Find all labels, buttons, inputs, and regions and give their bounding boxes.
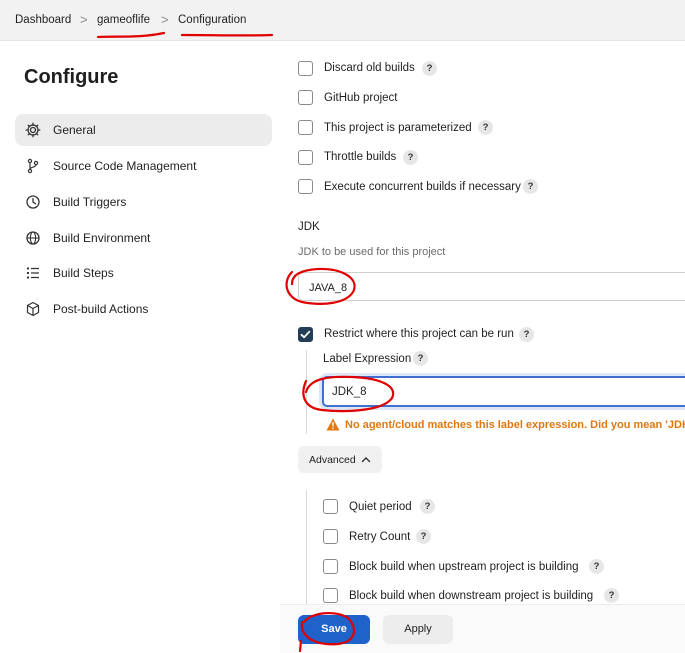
- sidebar-item-source-code-management[interactable]: Source Code Management: [15, 150, 272, 182]
- breadcrumb: Dashboard > gameoflife > Configuration: [0, 0, 685, 41]
- gear-icon: [25, 122, 41, 138]
- label-warning-text: No agent/cloud matches this label expres…: [345, 419, 685, 431]
- help-icon[interactable]: ?: [523, 179, 538, 194]
- github-project-label: GitHub project: [324, 92, 398, 104]
- throttle-builds-label: Throttle builds: [324, 151, 397, 163]
- sidebar-item-general[interactable]: General: [15, 114, 272, 146]
- advanced-button[interactable]: Advanced: [298, 446, 382, 473]
- label-expression-value: JDK_8: [332, 386, 367, 398]
- restrict-label: Restrict where this project can be run: [324, 328, 514, 340]
- warning-icon: [326, 418, 340, 431]
- help-icon[interactable]: ?: [478, 120, 493, 135]
- throttle-builds-checkbox[interactable]: [298, 150, 313, 165]
- chevron-up-icon: [361, 457, 371, 463]
- breadcrumb-configuration[interactable]: Configuration: [178, 14, 246, 26]
- nested-section-divider: [306, 350, 307, 434]
- sidebar-item-build-triggers[interactable]: Build Triggers: [15, 186, 272, 218]
- github-project-checkbox[interactable]: [298, 90, 313, 105]
- restrict-checkbox[interactable]: [298, 327, 313, 342]
- sidebar-item-build-environment[interactable]: Build Environment: [15, 222, 272, 254]
- label-expression-input[interactable]: JDK_8: [322, 376, 685, 407]
- breadcrumb-gameoflife[interactable]: gameoflife: [97, 14, 150, 26]
- breadcrumb-separator: >: [161, 12, 169, 27]
- list-icon: [27, 267, 39, 279]
- clock-icon: [26, 195, 40, 209]
- jdk-select[interactable]: JAVA_8: [298, 272, 685, 301]
- help-icon[interactable]: ?: [413, 351, 428, 366]
- sidebar-item-label: Post-build Actions: [53, 302, 149, 316]
- label-expression-title: Label Expression: [323, 353, 412, 365]
- cube-icon: [26, 301, 40, 317]
- block-upstream-checkbox[interactable]: [323, 559, 338, 574]
- parameterized-checkbox[interactable]: [298, 120, 313, 135]
- save-button[interactable]: Save: [298, 615, 370, 644]
- globe-icon: [26, 231, 40, 245]
- discard-old-builds-checkbox[interactable]: [298, 61, 313, 76]
- jdk-selected-value: JAVA_8: [309, 282, 348, 294]
- jdk-description: JDK to be used for this project: [298, 246, 446, 258]
- retry-count-label: Retry Count: [349, 531, 411, 543]
- breadcrumb-separator: >: [80, 12, 88, 27]
- block-upstream-label: Block build when upstream project is bui…: [349, 561, 579, 573]
- sidebar-item-label: Build Steps: [53, 266, 114, 280]
- retry-count-checkbox[interactable]: [323, 529, 338, 544]
- apply-button[interactable]: Apply: [383, 615, 453, 644]
- help-icon[interactable]: ?: [420, 499, 435, 514]
- help-icon[interactable]: ?: [422, 61, 437, 76]
- block-downstream-checkbox[interactable]: [323, 588, 338, 603]
- sidebar-item-post-build-actions[interactable]: Post-build Actions: [15, 293, 272, 325]
- help-icon[interactable]: ?: [589, 559, 604, 574]
- sidebar-item-label: Build Triggers: [53, 195, 127, 209]
- discard-old-builds-label: Discard old builds: [324, 62, 415, 74]
- advanced-button-label: Advanced: [309, 454, 356, 466]
- help-icon[interactable]: ?: [403, 150, 418, 165]
- jdk-title: JDK: [298, 221, 320, 233]
- advanced-section-divider: [306, 490, 307, 605]
- help-icon[interactable]: ?: [416, 529, 431, 544]
- sidebar-item-build-steps[interactable]: Build Steps: [15, 257, 272, 289]
- help-icon[interactable]: ?: [604, 588, 619, 603]
- block-downstream-label: Block build when downstream project is b…: [349, 590, 594, 602]
- concurrent-builds-label: Execute concurrent builds if necessary: [324, 181, 521, 193]
- page-title: Configure: [24, 66, 119, 88]
- concurrent-builds-checkbox[interactable]: [298, 179, 313, 194]
- quiet-period-checkbox[interactable]: [323, 499, 338, 514]
- branch-icon: [27, 158, 39, 174]
- breadcrumb-dashboard[interactable]: Dashboard: [15, 14, 71, 26]
- sidebar-item-label: General: [53, 123, 96, 137]
- sidebar-item-label: Build Environment: [53, 231, 151, 245]
- sidebar-item-label: Source Code Management: [53, 159, 197, 173]
- checkmark-icon: [300, 330, 310, 338]
- quiet-period-label: Quiet period: [349, 501, 412, 513]
- parameterized-label: This project is parameterized: [324, 122, 472, 134]
- help-icon[interactable]: ?: [519, 327, 534, 342]
